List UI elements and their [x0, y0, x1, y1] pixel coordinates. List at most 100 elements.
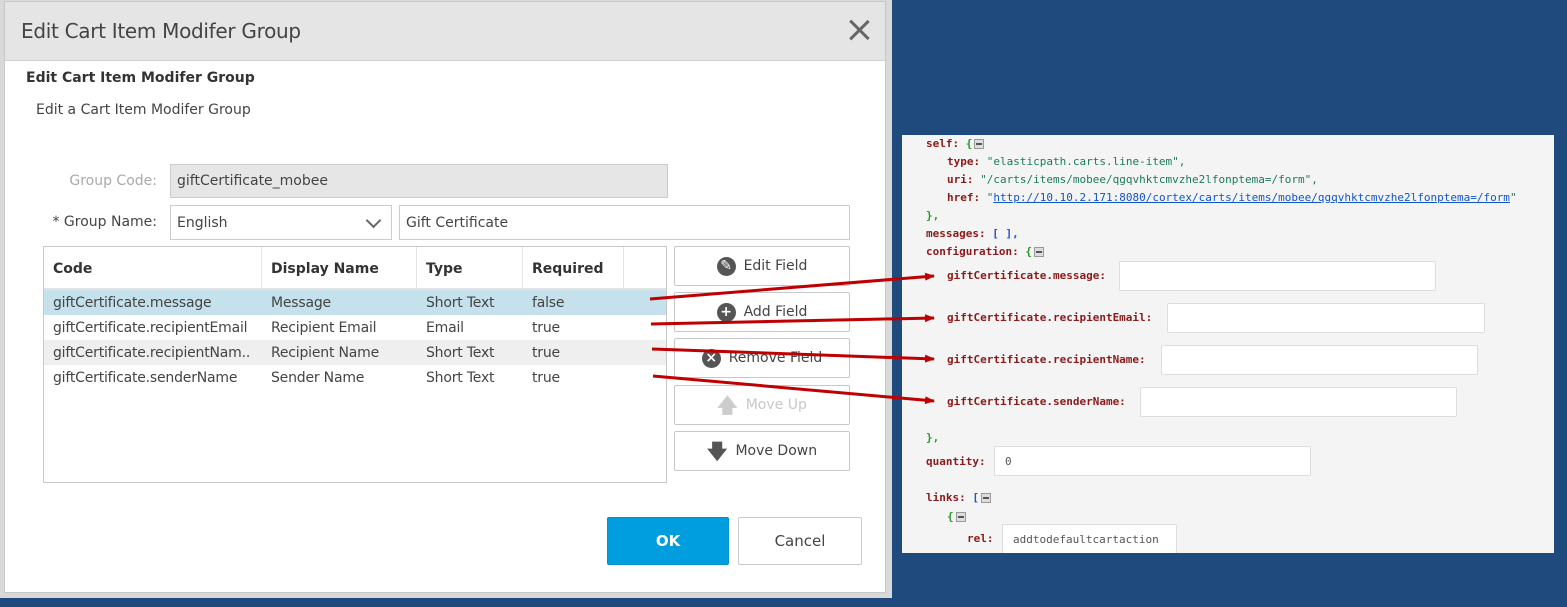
quantity-input[interactable]: 0 — [994, 446, 1311, 476]
config-recipient-name-input[interactable] — [1161, 345, 1478, 375]
language-select[interactable]: English — [170, 205, 392, 240]
column-header-code[interactable]: Code — [44, 247, 262, 288]
group-code-value: giftCertificate_mobee — [177, 173, 328, 189]
rel-label: rel: — [967, 532, 994, 545]
json-href-line: href: "http://10.10.2.171:8080/cortex/ca… — [947, 191, 1517, 204]
table-row[interactable]: giftCertificate.recipientEmail Recipient… — [44, 315, 666, 340]
config-recipient-name-label: giftCertificate.recipientName: — [947, 353, 1146, 366]
cell-type: Short Text — [426, 370, 495, 386]
json-key: links: — [926, 491, 966, 504]
rel-input[interactable]: addtodefaultcartaction — [1002, 524, 1177, 553]
cell-code: giftCertificate.senderName — [53, 370, 238, 386]
json-close-config: }, — [926, 431, 939, 444]
column-header-required[interactable]: Required — [523, 247, 624, 288]
json-messages-line: messages: [ ], — [926, 227, 1019, 240]
json-key: href: — [947, 191, 981, 204]
dialog-title: Edit Cart Item Modifer Group — [21, 19, 301, 43]
href-link[interactable]: http://10.10.2.171:8080/cortex/carts/ite… — [993, 191, 1510, 204]
json-uri-line: uri: "/carts/items/mobee/qgqvhktcmvzhe2l… — [947, 173, 1318, 186]
collapse-toggle-icon[interactable] — [955, 512, 966, 522]
chevron-down-icon — [365, 212, 382, 228]
collapse-toggle-icon[interactable] — [1033, 247, 1044, 257]
group-code-field: giftCertificate_mobee — [170, 164, 668, 198]
add-field-button[interactable]: + Add Field — [674, 292, 850, 332]
x-circle-icon: × — [701, 348, 721, 368]
group-name-label: * Group Name: — [52, 214, 157, 230]
move-down-button[interactable]: 🡇 Move Down — [674, 431, 850, 471]
json-value: [ ], — [992, 227, 1019, 240]
table-header: Code Display Name Type Required — [44, 247, 666, 290]
group-code-label: Group Code: — [69, 173, 157, 189]
cell-code: giftCertificate.recipientEmail — [53, 320, 248, 336]
table-row[interactable]: giftCertificate.message Message Short Te… — [44, 290, 666, 315]
json-value: "/carts/items/mobee/qgqvhktcmvzhe2lfonpt… — [980, 173, 1318, 186]
cell-required: true — [532, 345, 560, 361]
edit-field-button[interactable]: ✎ Edit Field — [674, 246, 850, 286]
cell-type: Email — [426, 320, 464, 336]
move-up-button[interactable]: 🡅 Move Up — [674, 385, 850, 425]
edit-field-label: Edit Field — [743, 258, 808, 274]
ok-button[interactable]: OK — [607, 517, 729, 565]
cell-display-name: Message — [271, 295, 331, 311]
config-recipient-email-label: giftCertificate.recipientEmail: — [947, 311, 1152, 324]
json-key: uri: — [947, 173, 974, 186]
json-key: self: — [926, 137, 960, 150]
json-key: giftCertificate.senderName: — [947, 395, 1126, 408]
column-header-type[interactable]: Type — [417, 247, 523, 288]
json-key: messages: — [926, 227, 986, 240]
collapse-toggle-icon[interactable] — [974, 139, 985, 149]
json-key: quantity: — [926, 455, 986, 468]
group-name-input[interactable]: Gift Certificate — [399, 205, 850, 240]
config-sender-name-input[interactable] — [1140, 387, 1457, 417]
json-link-object: { — [947, 510, 966, 523]
fields-table: Code Display Name Type Required giftCert… — [43, 246, 667, 483]
json-key: rel: — [967, 532, 994, 545]
cell-display-name: Sender Name — [271, 370, 365, 386]
arrow-up-icon: 🡅 — [717, 393, 738, 417]
config-message-label: giftCertificate.message: — [947, 269, 1106, 282]
quantity-label: quantity: — [926, 455, 986, 468]
move-up-label: Move Up — [745, 397, 807, 413]
arrow-down-icon: 🡇 — [706, 439, 728, 463]
table-body: giftCertificate.message Message Short Te… — [44, 290, 666, 390]
column-header-display-name[interactable]: Display Name — [262, 247, 417, 288]
edit-modifier-group-dialog: Edit Cart Item Modifer Group Edit Cart I… — [4, 1, 886, 593]
cell-display-name: Recipient Email — [271, 320, 377, 336]
cell-type: Short Text — [426, 295, 495, 311]
json-key: giftCertificate.recipientEmail: — [947, 311, 1153, 324]
move-down-label: Move Down — [735, 443, 818, 459]
pencil-icon: ✎ — [716, 256, 736, 276]
json-value: "elasticpath.carts.line-item", — [986, 155, 1186, 168]
json-close-self: }, — [926, 209, 940, 222]
cell-display-name: Recipient Name — [271, 345, 380, 361]
language-selected: English — [177, 214, 228, 231]
dialog-header: Edit Cart Item Modifer Group — [5, 2, 885, 61]
table-row[interactable]: giftCertificate.recipientNam.. Recipient… — [44, 340, 666, 365]
json-key: type: — [947, 155, 981, 168]
table-row[interactable]: giftCertificate.senderName Sender Name S… — [44, 365, 666, 390]
json-self-line: self: { — [926, 137, 985, 150]
column-header-blank — [624, 247, 666, 288]
group-name-value: Gift Certificate — [406, 214, 509, 231]
json-key: giftCertificate.message: — [947, 269, 1106, 282]
close-icon[interactable] — [847, 18, 871, 42]
json-form-view: self: { type: "elasticpath.carts.line-it… — [902, 135, 1554, 553]
cancel-button[interactable]: Cancel — [738, 517, 862, 565]
collapse-toggle-icon[interactable] — [981, 493, 991, 503]
cell-required: false — [532, 295, 565, 311]
cell-required: true — [532, 320, 560, 336]
remove-field-button[interactable]: × Remove Field — [674, 338, 850, 378]
add-field-label: Add Field — [743, 304, 808, 320]
json-configuration-line: configuration: { — [926, 245, 1044, 258]
json-links-line: links: [ — [926, 491, 991, 504]
config-message-input[interactable] — [1119, 261, 1436, 291]
section-title: Edit Cart Item Modifer Group — [26, 70, 255, 86]
remove-field-label: Remove Field — [728, 350, 823, 366]
cell-required: true — [532, 370, 560, 386]
json-key: giftCertificate.recipientName: — [947, 353, 1146, 366]
cell-code: giftCertificate.message — [53, 295, 212, 311]
plus-circle-icon: + — [716, 302, 736, 322]
config-recipient-email-input[interactable] — [1167, 303, 1485, 333]
json-type-line: type: "elasticpath.carts.line-item", — [947, 155, 1185, 168]
json-key: configuration: — [926, 245, 1019, 258]
